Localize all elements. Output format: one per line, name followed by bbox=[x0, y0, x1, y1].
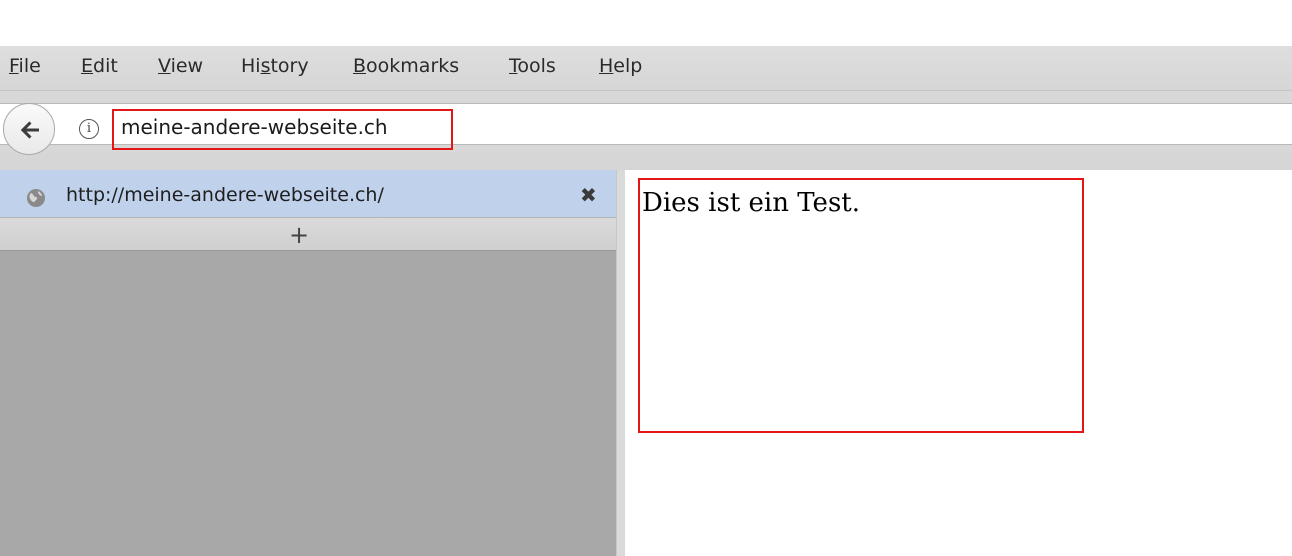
menu-history-label: tory bbox=[270, 55, 309, 77]
menu-help-label: elp bbox=[613, 55, 643, 77]
menu-bar: File Edit View History Bookmarks Tools H… bbox=[0, 46, 1292, 90]
menu-edit-accel: E bbox=[81, 55, 94, 77]
close-tab-icon[interactable]: ✖ bbox=[580, 183, 597, 207]
menu-file-accel: F bbox=[9, 55, 19, 77]
url-highlight-box bbox=[112, 109, 453, 150]
menu-history[interactable]: History bbox=[241, 55, 309, 77]
menu-history-accel: s bbox=[260, 55, 271, 77]
toolbar-bottom-strip bbox=[0, 152, 1292, 171]
menu-view-accel: V bbox=[158, 55, 171, 77]
menu-bookmarks[interactable]: Bookmarks bbox=[353, 55, 459, 77]
page-text: Dies ist ein Test. bbox=[642, 188, 861, 218]
menu-file[interactable]: File bbox=[9, 55, 41, 77]
back-arrow-icon bbox=[20, 121, 39, 139]
menu-view-label: iew bbox=[170, 55, 204, 77]
info-icon[interactable]: i bbox=[79, 119, 99, 139]
plus-icon[interactable]: + bbox=[289, 223, 309, 247]
sidebar-tab-title: http://meine-andere-webseite.ch/ bbox=[66, 184, 384, 206]
menu-file-label: ile bbox=[18, 55, 41, 77]
menu-bookmarks-accel: B bbox=[353, 55, 367, 77]
menu-help-accel: H bbox=[599, 55, 614, 77]
menu-bookmarks-label: ookmarks bbox=[366, 55, 460, 77]
menu-tools[interactable]: Tools bbox=[509, 55, 556, 77]
menu-tools-label: ools bbox=[517, 55, 556, 77]
menu-help[interactable]: Help bbox=[599, 55, 642, 77]
globe-icon bbox=[26, 188, 46, 212]
menu-history-pre: Hi bbox=[241, 55, 261, 77]
info-glyph: i bbox=[86, 121, 92, 136]
menu-view[interactable]: View bbox=[158, 55, 203, 77]
top-margin bbox=[0, 0, 1292, 46]
menu-edit[interactable]: Edit bbox=[81, 55, 118, 77]
back-button[interactable] bbox=[3, 103, 55, 155]
menu-edit-label: dit bbox=[93, 55, 118, 77]
sidebar-splitter[interactable] bbox=[616, 170, 625, 556]
